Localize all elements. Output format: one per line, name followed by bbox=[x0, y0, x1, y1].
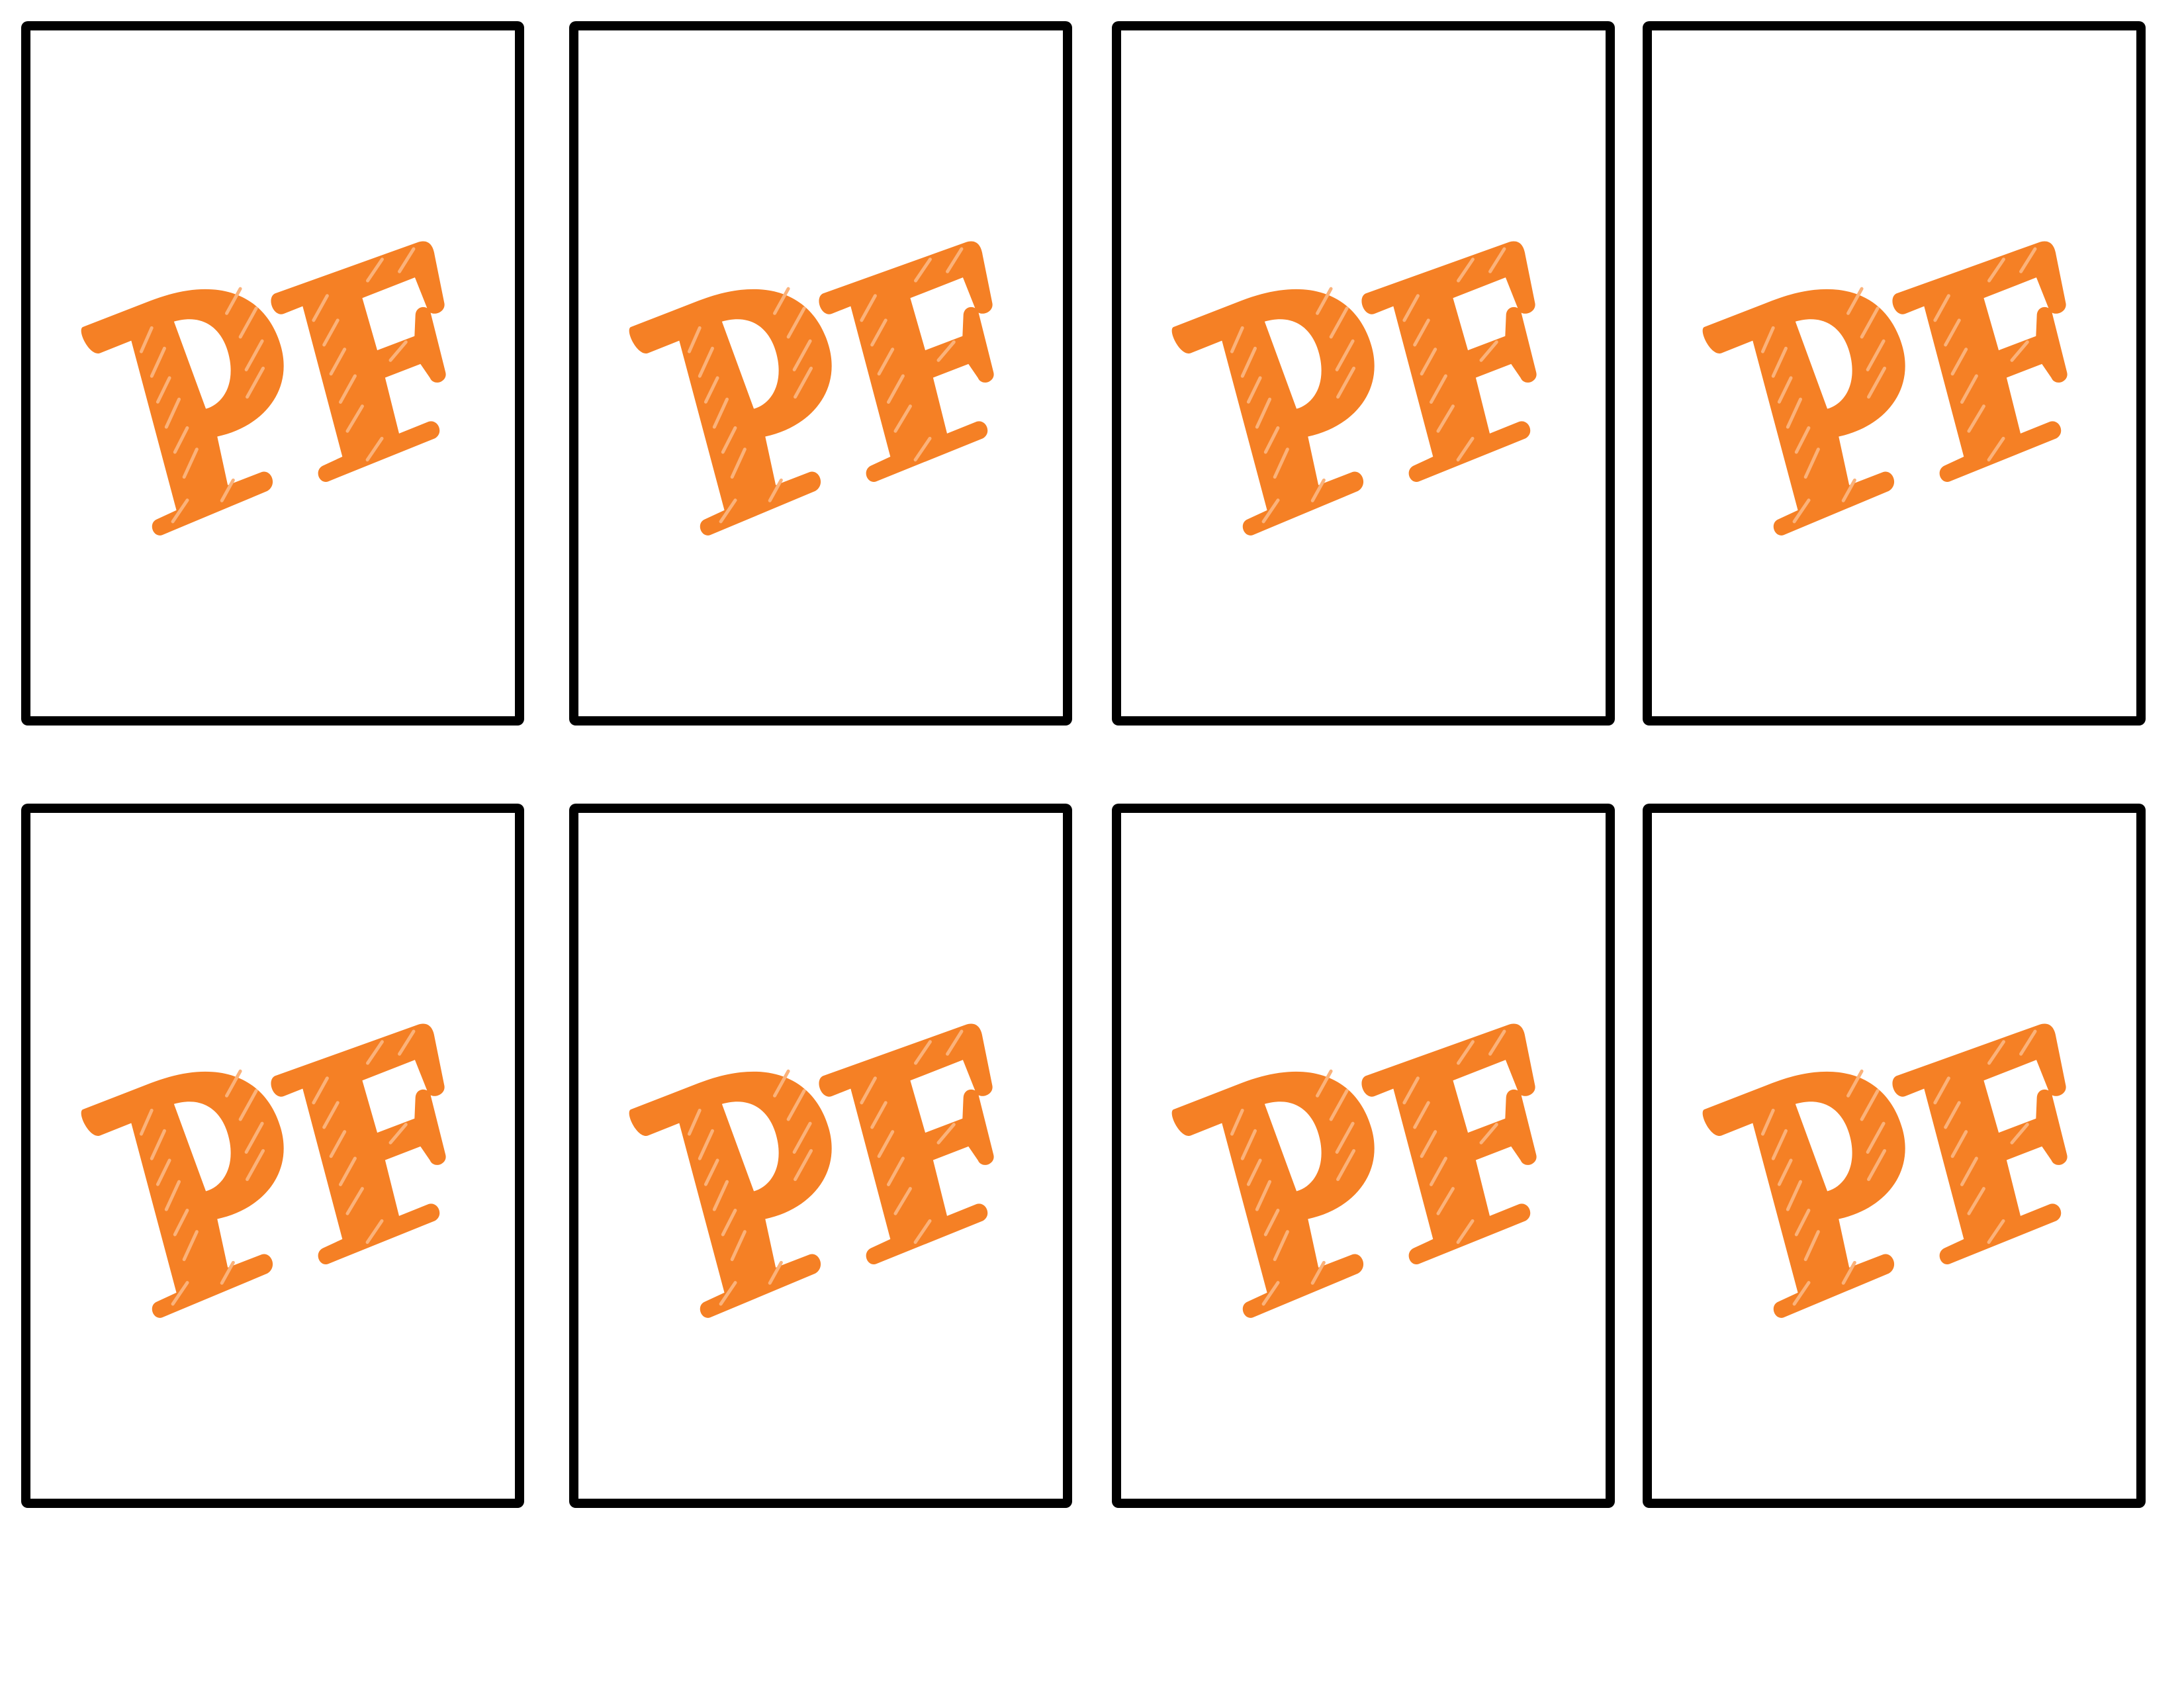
pf-logo-icon bbox=[625, 222, 1022, 507]
pf-logo-icon bbox=[1167, 1005, 1565, 1289]
pf-logo-icon bbox=[77, 1005, 474, 1289]
logo-card-2 bbox=[569, 21, 1072, 726]
logo-card-1 bbox=[21, 21, 524, 726]
logo-card-4 bbox=[1643, 21, 2146, 726]
logo-card-8 bbox=[1643, 804, 2146, 1508]
pf-logo-icon bbox=[1698, 1005, 2095, 1289]
pf-logo-icon bbox=[1167, 222, 1565, 507]
logo-card-5 bbox=[21, 804, 524, 1508]
pf-logo-icon bbox=[1698, 222, 2095, 507]
logo-card-6 bbox=[569, 804, 1072, 1508]
card-sheet bbox=[0, 0, 2184, 1688]
logo-card-7 bbox=[1112, 804, 1615, 1508]
pf-logo-icon bbox=[625, 1005, 1022, 1289]
logo-card-3 bbox=[1112, 21, 1615, 726]
pf-logo-icon bbox=[77, 222, 474, 507]
